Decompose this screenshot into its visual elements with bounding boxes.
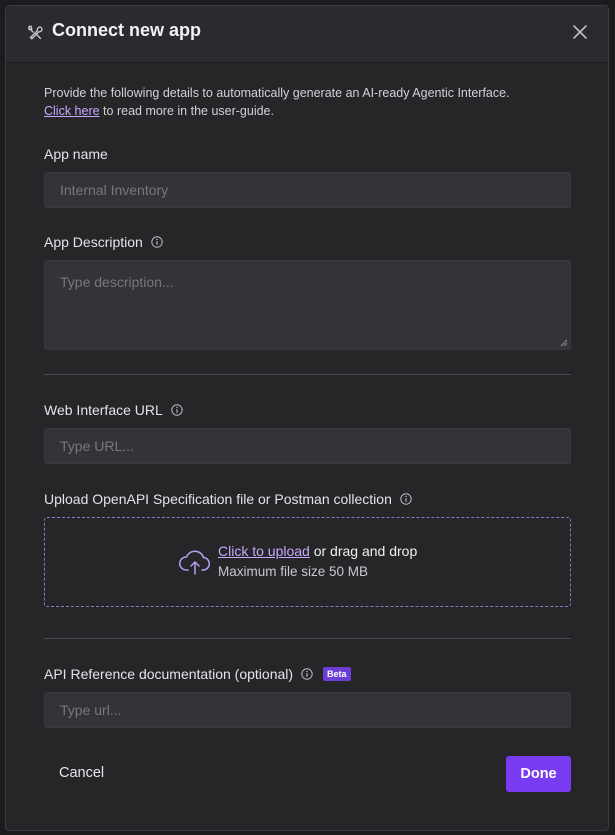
info-icon[interactable]	[151, 236, 163, 248]
app-description-label: App Description	[44, 234, 163, 250]
app-name-label-text: App name	[44, 146, 108, 162]
intro-text-before: Provide the following details to automat…	[44, 86, 510, 100]
resize-handle-icon[interactable]	[560, 339, 568, 347]
done-button[interactable]: Done	[506, 756, 571, 792]
info-icon[interactable]	[400, 493, 412, 505]
info-icon[interactable]	[171, 404, 183, 416]
web-interface-url-input[interactable]: Type URL...	[44, 428, 571, 464]
beta-badge: Beta	[323, 667, 351, 681]
app-description-placeholder: Type description...	[60, 274, 174, 290]
dialog-header: Connect new app	[6, 6, 608, 63]
max-file-size-text: Maximum file size 50 MB	[218, 564, 369, 579]
api-reference-placeholder: Type url...	[60, 702, 122, 718]
dialog-title: Connect new app	[52, 20, 202, 40]
web-interface-url-label: Web Interface URL	[44, 402, 183, 418]
cloud-upload-icon	[179, 550, 211, 575]
close-icon[interactable]	[571, 23, 589, 41]
user-guide-link[interactable]: Click here	[44, 104, 100, 118]
api-reference-label: API Reference documentation (optional) B…	[44, 666, 351, 682]
upload-instructions: Click to upload or drag and drop	[218, 543, 417, 559]
cancel-button[interactable]: Cancel	[59, 765, 104, 781]
info-icon[interactable]	[301, 668, 313, 680]
upload-label: Upload OpenAPI Specification file or Pos…	[44, 491, 412, 507]
web-interface-url-label-text: Web Interface URL	[44, 402, 163, 418]
app-name-label: App name	[44, 146, 108, 162]
click-to-upload-link[interactable]: Click to upload	[218, 543, 310, 559]
app-name-placeholder: Internal Inventory	[60, 182, 169, 198]
api-reference-label-text: API Reference documentation (optional)	[44, 666, 294, 682]
section-divider	[44, 374, 571, 375]
api-reference-input[interactable]: Type url...	[44, 692, 571, 728]
upload-label-text: Upload OpenAPI Specification file or Pos…	[44, 491, 392, 507]
intro-text: Provide the following details to automat…	[44, 84, 564, 120]
connect-app-dialog: Connect new app Provide the following de…	[5, 5, 609, 831]
app-name-input[interactable]: Internal Inventory	[44, 172, 571, 208]
section-divider	[44, 638, 571, 639]
intro-text-after: to read more in the user-guide.	[99, 104, 274, 118]
tools-icon	[28, 25, 43, 40]
app-description-label-text: App Description	[44, 234, 143, 250]
web-interface-url-placeholder: Type URL...	[60, 438, 134, 454]
drag-drop-text: or drag and drop	[309, 543, 418, 559]
app-description-textarea[interactable]: Type description...	[44, 260, 571, 350]
file-dropzone[interactable]: Click to upload or drag and drop Maximum…	[44, 517, 571, 607]
